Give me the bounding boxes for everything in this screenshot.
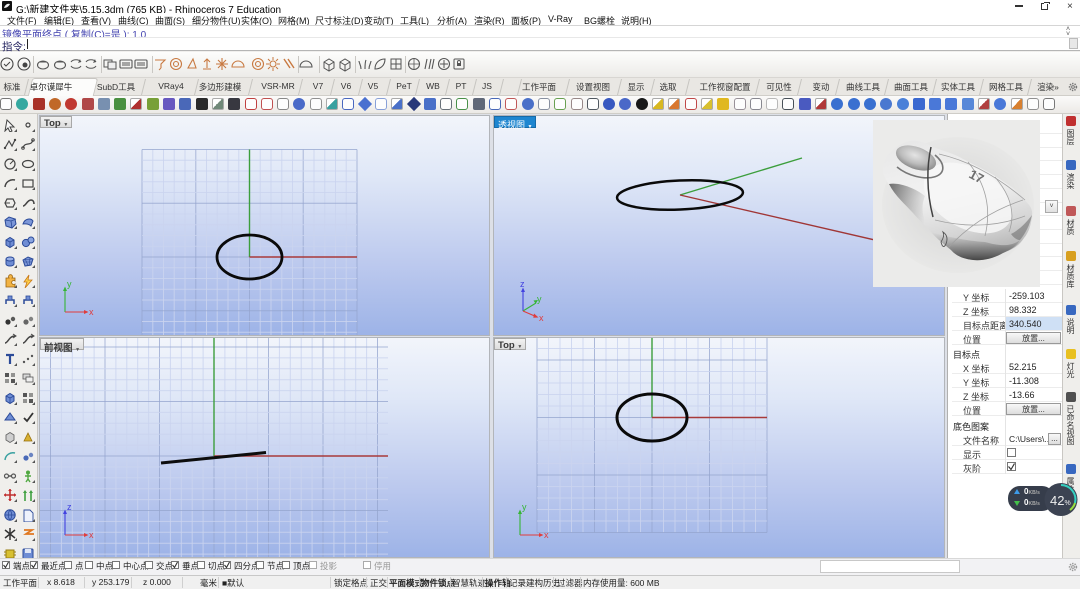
- svg-text:x: x: [89, 530, 94, 540]
- svg-text:y: y: [522, 502, 527, 512]
- svg-text:x: x: [89, 307, 94, 317]
- svg-text:x: x: [544, 530, 549, 540]
- svg-text:z: z: [520, 279, 525, 289]
- svg-text:y: y: [537, 294, 542, 304]
- svg-text:z: z: [67, 502, 72, 512]
- svg-text:x: x: [539, 313, 544, 323]
- svg-text:y: y: [67, 279, 72, 289]
